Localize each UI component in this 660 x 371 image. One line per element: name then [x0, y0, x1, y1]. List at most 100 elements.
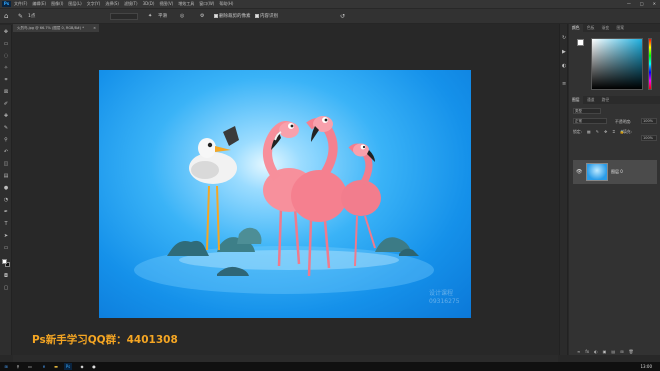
gradient-icon[interactable]: ▤ [2, 173, 10, 179]
quick-select-icon[interactable]: ✧ [2, 65, 10, 71]
tab-gradients[interactable]: 渐变 [599, 24, 613, 32]
menu-edit[interactable]: 编辑(E) [32, 0, 46, 8]
layers-panel-tabs: 图层 通道 路径 [569, 96, 660, 104]
seagull [189, 126, 239, 251]
canvas-area[interactable]: 设计课程 09316275 Ps新手学习QQ群：4401308 [13, 32, 558, 356]
lasso-tool-icon[interactable]: ◌ [2, 53, 10, 59]
new-group-icon[interactable]: ▤ [611, 349, 615, 355]
lock-label: 锁定: [573, 129, 582, 134]
layer-name[interactable]: 图层 0 [611, 160, 623, 184]
eyedropper-icon[interactable]: ✐ [2, 101, 10, 107]
actions-panel-icon[interactable]: ≡ [562, 82, 567, 87]
screen-mode-icon[interactable]: ▢ [2, 285, 10, 291]
tab-patterns[interactable]: 图案 [613, 24, 627, 32]
menu-help[interactable]: 帮助(H) [219, 0, 233, 8]
delete-layer-icon[interactable]: 🗑 [629, 349, 634, 355]
settings-gear-icon[interactable]: ⚙ [200, 9, 204, 24]
healing-brush-icon[interactable]: ✚ [2, 113, 10, 119]
menu-view[interactable]: 视图(V) [159, 0, 173, 8]
fill-input[interactable]: 100% [641, 135, 657, 141]
menu-bar: Ps 文件(F) 编辑(E) 图像(I) 图层(L) 文字(Y) 选择(S) 滤… [0, 0, 660, 8]
menu-plugins[interactable]: 增效工具 [178, 0, 194, 8]
eye-icon[interactable]: 👁 [576, 169, 582, 175]
document-tab[interactable]: 火烈鸟.jpg @ 66.7% (图层 0, RGB/8#) * × [13, 24, 99, 32]
close-tab-icon[interactable]: × [93, 24, 96, 32]
minimize-button[interactable]: — [627, 0, 631, 8]
content-aware-checkbox[interactable]: 内容识别 [255, 9, 278, 24]
adjustments-panel-icon[interactable]: ◐ [562, 64, 567, 69]
close-button[interactable]: ✕ [653, 0, 656, 8]
tab-color[interactable]: 颜色 [569, 24, 583, 32]
menu-select[interactable]: 选择(S) [105, 0, 119, 8]
size-value[interactable]: 1点 [28, 9, 35, 24]
history-brush-icon[interactable]: ↶ [2, 149, 10, 155]
layer-filter-select[interactable]: 类型 [573, 108, 601, 114]
move-tool-icon[interactable]: ✥ [2, 29, 10, 35]
tab-paths[interactable]: 路径 [599, 96, 613, 104]
blend-mode-select[interactable]: 正常 [573, 118, 607, 124]
color-panel-foreground[interactable] [577, 39, 584, 46]
link-layers-icon[interactable]: ∞ [577, 349, 580, 355]
shape-tool-icon[interactable]: ▭ [2, 245, 10, 251]
menu-layer[interactable]: 图层(L) [68, 0, 81, 8]
edge-icon[interactable]: e [40, 363, 48, 370]
menu-file[interactable]: 文件(F) [14, 0, 27, 8]
opacity-field[interactable] [110, 13, 138, 20]
maximize-button[interactable]: □ [640, 0, 644, 8]
options-bar: ⌂ ✎ 1点 ✦ 平滑 ◎ ⚙ 删除裁剪的像素 内容识别 ↺ [0, 9, 660, 24]
menu-3d[interactable]: 3D(D) [143, 0, 155, 8]
blur-icon[interactable]: ● [2, 185, 10, 191]
app-icon-2[interactable]: ● [90, 363, 98, 370]
properties-panel-icon[interactable]: ▶ [562, 50, 567, 55]
photoshop-window: Ps 文件(F) 编辑(E) 图像(I) 图层(L) 文字(Y) 选择(S) 滤… [0, 0, 660, 371]
explorer-icon[interactable]: ▬ [52, 363, 60, 370]
pen-tool-icon[interactable]: ✒ [2, 209, 10, 215]
tab-swatches[interactable]: 色板 [584, 24, 598, 32]
windows-icon[interactable]: ⊞ [2, 363, 10, 370]
airbrush-icon[interactable]: ✦ [148, 9, 152, 24]
foreground-color-swatch[interactable] [2, 259, 7, 264]
document-canvas[interactable]: 设计课程 09316275 [99, 70, 471, 318]
delete-cropped-checkbox[interactable]: 删除裁剪的像素 [214, 9, 251, 24]
menu-type[interactable]: 文字(Y) [87, 0, 101, 8]
eraser-icon[interactable]: ◫ [2, 161, 10, 167]
layer-row[interactable]: 👁 图层 0 [573, 160, 657, 184]
tab-channels[interactable]: 通道 [584, 96, 598, 104]
home-icon[interactable]: ⌂ [4, 9, 8, 24]
new-layer-icon[interactable]: ⊞ [620, 349, 623, 355]
tab-layers[interactable]: 图层 [569, 96, 583, 104]
brush-icon[interactable]: ✎ [2, 125, 10, 131]
search-icon[interactable]: ⚲ [14, 363, 22, 370]
quick-mask-icon[interactable]: ◘ [2, 273, 10, 279]
right-panels: 颜色 色板 渐变 图案 图层 通道 路径 类型 正常 不透明度: 100% 锁定… [569, 24, 660, 355]
path-select-icon[interactable]: ➤ [2, 233, 10, 239]
marquee-tool-icon[interactable]: ▭ [2, 41, 10, 47]
brush-tool-icon[interactable]: ✎ [18, 9, 23, 24]
adjustment-layer-icon[interactable]: ▣ [603, 349, 607, 355]
task-view-icon[interactable]: ▭ [26, 363, 34, 370]
photoshop-taskbar-icon[interactable]: Ps [64, 363, 72, 370]
frame-tool-icon[interactable]: ⊠ [2, 89, 10, 95]
pressure-icon[interactable]: ◎ [180, 9, 184, 24]
menu-window[interactable]: 窗口(W) [199, 0, 214, 8]
menu-image[interactable]: 图像(I) [51, 0, 63, 8]
layer-style-icon[interactable]: fx [585, 349, 589, 355]
panel-dock-icons: ↻ ▶ ◐ ≡ [559, 24, 568, 355]
opacity-input[interactable]: 100% [641, 118, 657, 124]
hue-slider[interactable] [648, 38, 652, 90]
lock-icons[interactable]: ▦ ✎ ✥ ⌗ 🔒 [587, 128, 627, 135]
app-icon[interactable]: ◆ [78, 363, 86, 370]
qq-group-banner: Ps新手学习QQ群：4401308 [32, 334, 178, 346]
type-tool-icon[interactable]: T [2, 221, 10, 227]
add-mask-icon[interactable]: ◐ [594, 349, 598, 355]
crop-tool-icon[interactable]: ⌗ [2, 77, 10, 83]
color-picker-field[interactable] [591, 38, 643, 90]
lock-row: 锁定: ▦ ✎ ✥ ⌗ 🔒 填充: 100% [573, 128, 657, 141]
dodge-icon[interactable]: ◔ [2, 197, 10, 203]
menu-filter[interactable]: 滤镜(T) [124, 0, 138, 8]
windows-taskbar: ⊞ ⚲ ▭ e ▬ Ps ◆ ● 13:00 [0, 362, 660, 371]
history-panel-icon[interactable]: ↻ [562, 36, 567, 41]
clone-stamp-icon[interactable]: ⚲ [2, 137, 10, 143]
flamingo-illustration [134, 116, 434, 294]
reset-icon[interactable]: ↺ [340, 9, 345, 24]
